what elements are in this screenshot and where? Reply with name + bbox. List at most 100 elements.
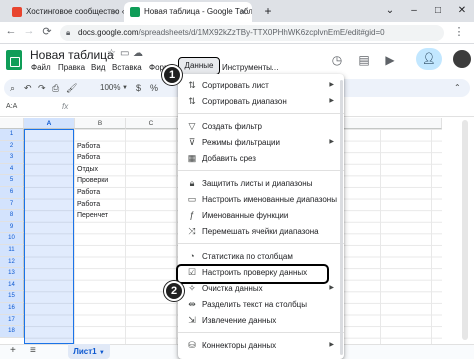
star-icon[interactable]: ☆ [107, 48, 116, 59]
close-tab-icon[interactable]: ✕ [239, 2, 247, 22]
submenu-arrow-icon: ▶ [329, 285, 334, 291]
data-menu-item-filter[interactable]: ▽ Создать фильтр [178, 119, 344, 134]
row-header[interactable]: 13 [0, 268, 24, 280]
cell-b[interactable]: Работа [77, 199, 100, 211]
cell-b[interactable]: Отдых [77, 164, 98, 176]
browser-menu-icon[interactable]: ⋮ [452, 25, 466, 38]
randomize-icon: ⤨ [188, 226, 196, 236]
row-header[interactable]: 4 [0, 163, 24, 176]
search-menus-icon[interactable]: ⌕ [10, 80, 15, 96]
vertical-scrollbar[interactable] [462, 120, 468, 340]
tab-search-chevron-icon[interactable]: ⌄ [378, 0, 402, 22]
percent-icon[interactable]: % [150, 80, 158, 96]
data-menu-item-sort-sheet[interactable]: ⇅ Сортировать лист ▶ [178, 78, 344, 93]
select-all-corner[interactable] [0, 118, 24, 129]
maximize-button[interactable]: □ [426, 0, 450, 22]
selected-column-a[interactable] [24, 129, 74, 344]
data-menu-item-sort-range[interactable]: ⇅ Сортировать диапазон ▶ [178, 94, 344, 109]
row-header[interactable]: 3 [0, 152, 24, 164]
row-header[interactable]: 5 [0, 175, 24, 187]
menu-item-label: Коннекторы данных [202, 341, 277, 350]
data-menu-item-named-ranges[interactable]: ▭ Настроить именованные диапазоны [178, 192, 344, 207]
column-header-b[interactable]: B [75, 118, 126, 129]
undo-icon[interactable]: ↶ [24, 80, 32, 96]
history-icon[interactable]: ◷ [328, 51, 346, 69]
browser-tab-hosting[interactable]: Хостинговое сообщество «Тим ✕ [6, 2, 124, 22]
collapse-toolbar-icon[interactable]: ⌃ [454, 80, 461, 96]
data-menu-item-column-stats[interactable]: ◔ Статистика по столбцам [178, 249, 344, 264]
menu-separator [178, 170, 344, 171]
cell-b[interactable]: Работа [77, 187, 100, 199]
row-header[interactable]: 2 [0, 140, 24, 153]
data-menu-item-named-functions[interactable]: ƒ Именованные функции [178, 208, 344, 223]
sheet-tab-list1[interactable]: Лист1 ▼ [68, 344, 110, 359]
column-header-a[interactable]: A [24, 118, 75, 129]
comments-icon[interactable]: ▤ [355, 51, 373, 69]
menu-tools[interactable]: Инструменты [222, 63, 272, 72]
new-tab-button[interactable]: + [256, 0, 280, 22]
browser-tab-sheets[interactable]: Новая таблица - Google Табли ✕ [124, 2, 252, 22]
print-icon[interactable]: ⎙ [52, 80, 59, 96]
menu-insert[interactable]: Вставка [112, 63, 142, 72]
cell-b[interactable]: Перенчет [77, 210, 108, 222]
row-header[interactable]: 14 [0, 279, 24, 292]
zoom-chevron-icon[interactable]: ▼ [122, 80, 128, 96]
name-box[interactable]: A:A [6, 103, 17, 110]
row-header[interactable]: 10 [0, 233, 24, 245]
menu-edit[interactable]: Правка [58, 63, 85, 72]
minimize-button[interactable]: – [402, 0, 426, 22]
add-sheet-icon[interactable]: + [10, 345, 16, 356]
data-menu-item-data-extraction[interactable]: ⇲ Извлечение данных [178, 313, 344, 328]
close-window-button[interactable]: ✕ [450, 0, 474, 22]
data-menu-item-lock[interactable]: 🔒︎ Защитить листы и диапазоны [178, 176, 344, 191]
all-sheets-icon[interactable]: ≡ [30, 345, 36, 356]
back-button[interactable]: ← [4, 25, 18, 37]
row-header[interactable]: 11 [0, 245, 24, 257]
row-header[interactable]: 18 [0, 326, 24, 338]
column-header-c[interactable]: C [126, 118, 177, 129]
cloud-status-icon[interactable]: ☁ [133, 48, 143, 59]
vertical-scrollbar-area[interactable] [442, 118, 474, 344]
document-title[interactable]: Новая таблица [30, 48, 114, 62]
menu-data[interactable]: Данные [178, 57, 220, 75]
close-tab-icon[interactable]: ✕ [111, 2, 119, 22]
menu-view[interactable]: Вид [91, 63, 105, 72]
row-header[interactable]: 8 [0, 210, 24, 222]
sheets-logo-icon[interactable] [6, 50, 22, 70]
row-header[interactable]: 16 [0, 303, 24, 315]
url-field[interactable]: 🔒︎ docs.google.com/spreadsheets/d/1MX92k… [60, 25, 444, 41]
chevron-down-icon: ▼ [98, 350, 105, 356]
menu-item-label: Настроить именованные диапазоны [202, 195, 337, 204]
move-folder-icon[interactable]: ▭ [120, 48, 129, 59]
sheets-favicon-icon [130, 7, 140, 17]
data-menu-item-randomize[interactable]: ⤨ Перемешать ячейки диапазона [178, 224, 344, 239]
menu-scrollbar[interactable] [340, 80, 343, 355]
reload-button[interactable]: ⟳ [40, 25, 54, 38]
cell-b[interactable]: Работа [77, 141, 100, 153]
data-menu-item-slicer[interactable]: ▦ Добавить срез [178, 151, 344, 166]
row-header[interactable]: 6 [0, 187, 24, 199]
menu-separator [178, 332, 344, 333]
row-header[interactable]: 1 [0, 129, 24, 141]
row-header[interactable]: 12 [0, 256, 24, 269]
data-menu-item-data-connectors[interactable]: ⛁ Коннекторы данных ▶ [178, 338, 344, 353]
row-header[interactable]: 7 [0, 198, 24, 211]
meet-icon[interactable]: ▶ [381, 51, 399, 69]
menu-more[interactable]: … [271, 63, 279, 72]
row-header[interactable]: 9 [0, 221, 24, 234]
cell-b[interactable]: Проверки [77, 175, 108, 187]
avatar[interactable] [453, 50, 471, 68]
redo-icon[interactable]: ↷ [38, 80, 46, 96]
sort-range-icon: ⇅ [188, 96, 196, 106]
cell-b[interactable]: Работа [77, 152, 100, 164]
share-button[interactable]: 👤︎ [416, 48, 442, 70]
zoom-select[interactable]: 100% [100, 80, 120, 96]
row-header[interactable]: 15 [0, 291, 24, 303]
currency-icon[interactable]: $ [136, 80, 141, 96]
forward-button[interactable]: → [22, 25, 36, 37]
menu-file[interactable]: Файл [31, 63, 51, 72]
data-menu-item-split-text[interactable]: ⇹ Разделить текст на столбцы [178, 297, 344, 312]
paint-format-icon[interactable]: 🖌︎ [66, 80, 77, 96]
data-menu-item-filter-views[interactable]: ⊽ Режимы фильтрации ▶ [178, 135, 344, 150]
row-header[interactable]: 17 [0, 314, 24, 327]
